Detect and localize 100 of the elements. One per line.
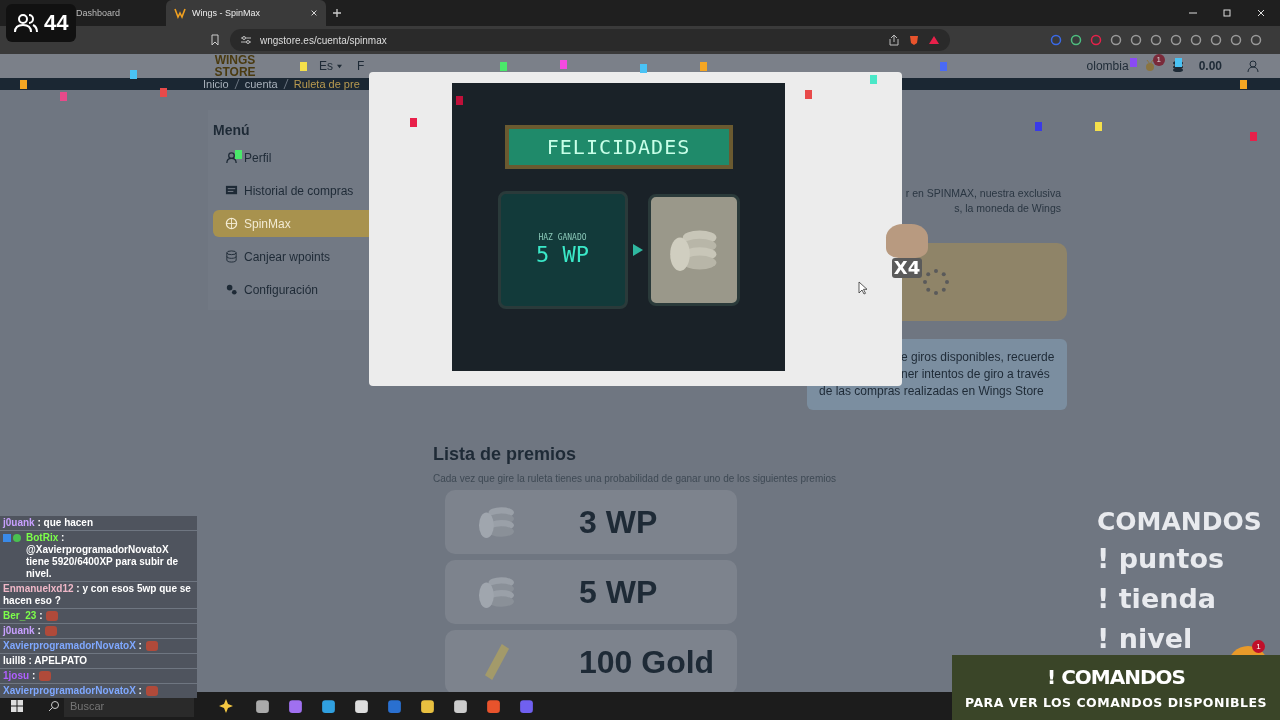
commands-title: COMANDOS [1097,506,1262,538]
chat-text: Ber_23 : [3,610,43,622]
confetti-piece [500,62,507,71]
extension-icon[interactable] [1210,34,1222,46]
menu-item[interactable]: Perfil [213,144,370,171]
chat-text: luill8 : APELPATO [3,655,88,667]
balance: 0.00 [1198,59,1222,73]
banner-subtitle: PARA VER LOS COMANDOS DISPONIBLES [964,695,1268,710]
chat-text: BotRix : @XavierprogramadorNovatoX tiene 5920/6400XP para subir de nivel. [26,532,180,580]
language-dropdown[interactable]: Es [319,59,343,73]
menu-title: Menú [213,121,251,140]
prize-label: 5 WP [579,573,658,611]
logo[interactable]: WINGS STORE [205,54,265,78]
menu-item[interactable]: Historial de compras [213,177,370,204]
ticket-icon [485,644,509,680]
extension-icon[interactable] [1090,34,1102,46]
windows-start-icon[interactable] [10,699,24,713]
loading-spinner-icon [923,269,949,295]
share-icon[interactable] [888,34,900,46]
command-item: ! nivel [1097,622,1193,656]
cat-emote-placeholder [886,224,928,258]
slash-separator-icon [233,78,240,90]
command-item: ! puntos [1097,542,1224,576]
confetti-piece [160,88,167,97]
confetti-piece [235,150,242,159]
prize-amount: 5 WP [536,242,589,267]
app-icon[interactable] [254,697,271,715]
confetti-piece [1130,58,1137,67]
breadcrumb-link[interactable]: Ruleta de pre [293,78,360,90]
prize-label: 3 WP [579,503,658,541]
confetti-piece [1035,122,1042,131]
confetti-piece [1095,122,1102,131]
banner-display: FELICIDADES [504,125,733,169]
extension-icon[interactable] [1150,34,1162,46]
confetti-piece [410,118,417,127]
user-icon[interactable] [1246,59,1260,73]
confetti-piece [640,64,647,73]
browser-tab[interactable]: Dashboard [74,0,160,26]
confetti-piece [560,60,567,69]
chat-text: 1josu : [3,670,36,682]
coins-icon [225,250,238,263]
confetti-piece [20,80,27,89]
bookmark-icon[interactable] [210,34,220,46]
breadcrumb-link[interactable]: cuenta [244,78,278,90]
address-field[interactable]: wngstore.es/cuenta/spinmax [230,29,950,51]
emote-icon [144,640,159,652]
app-icon[interactable] [419,697,436,715]
mouse-cursor-icon [858,281,868,295]
wheel-icon [225,217,238,230]
extension-icon[interactable] [1170,34,1182,46]
confetti-piece [60,92,67,101]
user-icon [225,151,238,164]
browser-tab[interactable]: Wings - SpinMax [166,0,326,26]
confetti-piece [1175,58,1182,67]
menu-item[interactable]: Canjear wpoints [213,243,370,270]
extension-icon[interactable] [1050,34,1062,46]
chat-text: XavierprogramadorNovatoX : [3,640,142,652]
banner-title: ! COMANDOS [1047,665,1185,689]
emote-icon [144,685,159,697]
confetti-piece [805,90,812,99]
prize-label: 100 Gold [579,643,715,681]
menu-item[interactable]: Configuración [213,276,370,303]
section-title: Lista de premios [433,444,578,465]
confetti-piece [870,75,877,84]
chat-text: Enmanuelxd12 : y con esos 5wp que se hacen eso ? [3,583,192,607]
close-icon[interactable] [1256,8,1266,18]
extension-icon[interactable] [1250,34,1262,46]
extension-icon[interactable] [1130,34,1142,46]
caret-icon [336,63,343,69]
confetti-piece [700,62,707,71]
gears-icon [225,283,238,296]
confetti-piece [130,70,137,79]
extension-icon[interactable] [1230,34,1242,46]
nav-link[interactable]: F [357,59,365,73]
chat-text: j0uank : que hacen [3,517,94,529]
country-label[interactable]: olombia [1086,59,1129,73]
extension-icon[interactable] [1070,34,1082,46]
breadcrumb-link[interactable]: Inicio [203,78,229,90]
triangle-icon[interactable] [928,34,940,46]
close-icon[interactable] [310,9,318,17]
chat-text: j0uank : [3,625,41,637]
badges-icon [3,533,23,543]
menu-item[interactable]: SpinMax [213,210,370,237]
people-icon [14,13,38,33]
receipt-icon [225,184,238,197]
viewer-count: 44 [44,10,69,36]
extension-icon[interactable] [1190,34,1202,46]
confetti-piece [1250,132,1257,141]
emote-icon [38,670,53,682]
prize-caption: HAZ GANADO [538,233,587,242]
app-icon[interactable] [353,697,370,715]
app-icon[interactable] [452,697,469,715]
chat-text: XavierprogramadorNovatoX : [3,685,142,697]
confetti-piece [456,96,463,105]
new-tab-icon[interactable] [332,8,342,18]
slash-separator-icon [282,78,289,90]
emote-multiplier: X4 [891,258,923,278]
restore-icon[interactable] [1222,8,1232,18]
extension-icon[interactable] [1110,34,1122,46]
app-icon[interactable] [320,697,337,715]
